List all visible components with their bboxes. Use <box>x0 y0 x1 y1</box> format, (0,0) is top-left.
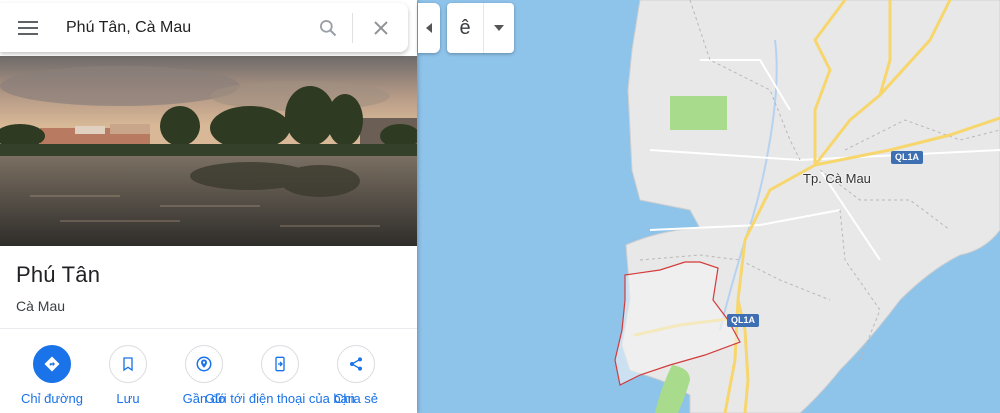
clear-button[interactable] <box>353 8 408 48</box>
action-bar: Chỉ đường Lưu Gần đó Gửi tới điện thoại … <box>0 345 417 413</box>
road-shield: QL1A <box>891 151 924 164</box>
app-root: Tp. Cà Mau QL1A QL1A Phú Tân Cà Mau Chỉ … <box>0 0 1000 413</box>
place-title: Phú Tân <box>16 262 101 287</box>
place-panel: Phú Tân Cà Mau Chỉ đường Lưu Gần đó Gửi … <box>0 0 417 413</box>
nearby-icon <box>185 345 223 383</box>
search-box <box>0 3 408 52</box>
place-photo[interactable] <box>0 56 417 246</box>
park-area <box>670 96 727 130</box>
city-label[interactable]: Tp. Cà Mau <box>803 171 871 186</box>
save-button[interactable]: Lưu <box>88 345 168 407</box>
share-icon <box>337 345 375 383</box>
caret-down-icon <box>494 25 504 31</box>
hamburger-menu-icon <box>18 20 38 35</box>
send-to-phone-icon <box>261 345 299 383</box>
menu-button[interactable] <box>0 3 56 52</box>
directions-label: Chỉ đường <box>20 391 84 406</box>
directions-button[interactable]: Chỉ đường <box>12 345 92 407</box>
place-subtitle: Cà Mau <box>16 298 66 314</box>
place-info: Phú Tân Cà Mau <box>16 262 100 314</box>
directions-icon <box>33 345 71 383</box>
send-to-phone-button[interactable]: Gửi tới điện thoại của bạn <box>205 345 355 407</box>
search-button[interactable] <box>304 8 352 48</box>
bookmark-icon <box>109 345 147 383</box>
road-shield: QL1A <box>727 314 760 327</box>
share-label: Chia sẻ <box>333 391 379 406</box>
input-tool-dropdown[interactable] <box>484 3 514 53</box>
search-icon <box>320 19 337 36</box>
share-button[interactable]: Chia sẻ <box>316 345 396 407</box>
input-tool-toggle[interactable]: ê <box>447 17 483 40</box>
save-label: Lưu <box>116 391 140 406</box>
search-input[interactable] <box>56 7 304 48</box>
input-tools-control: ê <box>447 3 514 53</box>
collapse-panel-button[interactable] <box>418 3 440 53</box>
close-icon <box>373 20 388 35</box>
caret-left-icon <box>426 23 432 33</box>
divider <box>0 328 417 329</box>
